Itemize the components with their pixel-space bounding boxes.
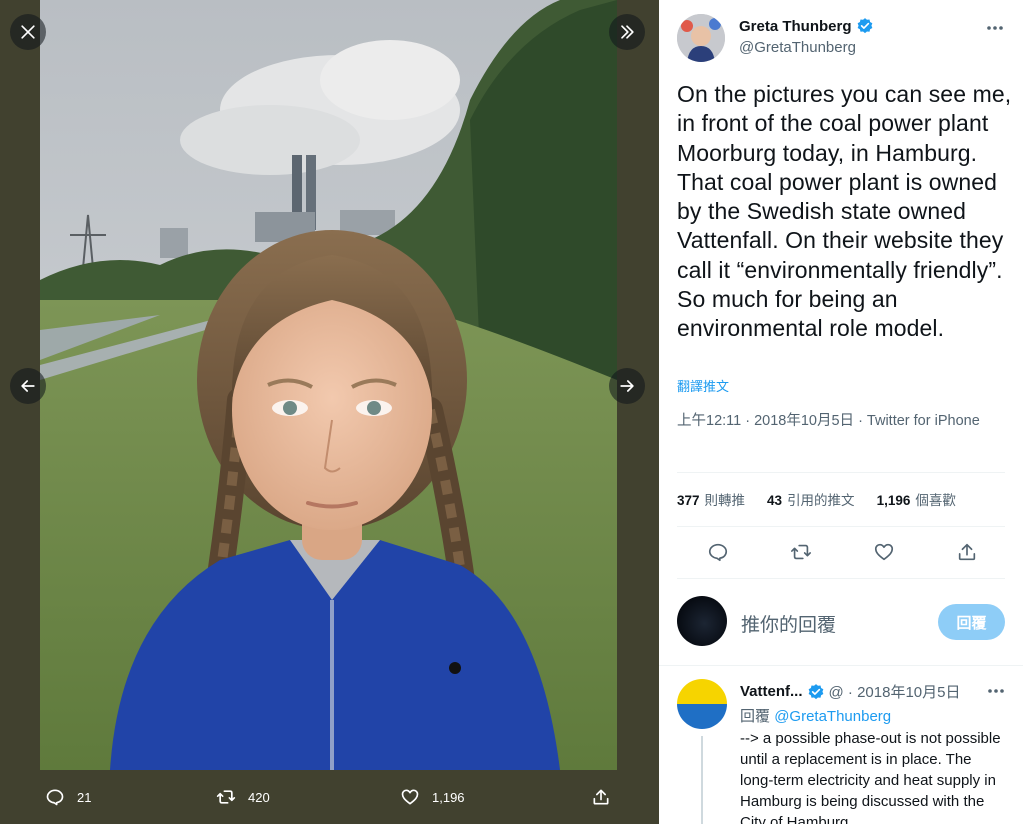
verified-icon xyxy=(808,683,823,699)
verified-icon xyxy=(857,18,872,34)
more-icon xyxy=(987,26,1003,30)
tweet-timestamp[interactable]: 上午12:11 · 2018年10月5日 · Twitter for iPhon… xyxy=(677,411,997,432)
reply-tweet[interactable]: Vattenf... @ · 2018年10月5日 回覆 @GretaThunb… xyxy=(659,665,1023,824)
quotes-stat[interactable]: 43 引用的推文 xyxy=(767,489,855,509)
tweet-detail-panel: Greta Thunberg @GretaThunberg On the pic… xyxy=(659,0,1023,824)
retweets-label: 則轉推 xyxy=(704,493,746,508)
expand-panel-button[interactable] xyxy=(609,14,645,50)
viewer-action-bar: 21 420 1,196 xyxy=(0,770,659,824)
replying-to: 回覆 @GretaThunberg xyxy=(740,705,891,726)
retweet-button[interactable] xyxy=(790,541,812,563)
reply-author-avatar[interactable] xyxy=(677,679,727,729)
tweet-text: On the pictures you can see me, in front… xyxy=(677,81,1012,342)
expand-icon xyxy=(621,25,634,39)
share-icon xyxy=(958,543,976,561)
author-display-name[interactable]: Greta Thunberg xyxy=(739,18,852,35)
author-avatar[interactable] xyxy=(677,14,725,62)
reply-submit-button[interactable]: 回覆 xyxy=(938,604,1005,640)
retweets-stat[interactable]: 377 則轉推 xyxy=(677,489,745,509)
replying-to-label: 回覆 xyxy=(740,708,771,725)
close-button[interactable] xyxy=(10,14,46,50)
reply-icon xyxy=(708,543,728,562)
tweet-more-button[interactable] xyxy=(983,18,1007,38)
divider xyxy=(677,472,1005,473)
quotes-label: 引用的推文 xyxy=(787,493,855,508)
reply-author-name[interactable]: Vattenf... xyxy=(740,683,803,700)
next-image-button[interactable] xyxy=(609,368,645,404)
like-icon xyxy=(401,789,419,805)
likes-stat[interactable]: 1,196 個喜歡 xyxy=(877,489,956,509)
quotes-count: 43 xyxy=(767,493,783,508)
reply-button[interactable] xyxy=(707,541,729,563)
share-icon xyxy=(593,789,609,805)
translate-tweet-link[interactable]: 翻譯推文 xyxy=(677,376,729,395)
divider xyxy=(677,526,1005,527)
likes-label: 個喜歡 xyxy=(915,493,956,508)
close-icon xyxy=(21,25,35,39)
retweet-icon xyxy=(216,790,236,804)
my-avatar[interactable] xyxy=(677,596,727,646)
reply-text: --> a possible phase-out is not possible… xyxy=(740,730,1001,824)
viewer-retweet-button[interactable]: 420 xyxy=(216,770,270,824)
reply-composer: 推你的回覆 回覆 xyxy=(677,592,1005,652)
tweet-photo xyxy=(40,0,617,770)
share-button[interactable] xyxy=(956,541,978,563)
reply-more-button[interactable] xyxy=(987,681,1005,699)
viewer-share-button[interactable] xyxy=(591,770,623,824)
arrow-left-icon xyxy=(21,380,35,392)
like-icon xyxy=(874,543,894,561)
reply-icon xyxy=(46,789,64,806)
replying-to-handle-link[interactable]: @GretaThunberg xyxy=(774,708,891,725)
retweet-icon xyxy=(791,544,811,560)
retweets-count: 377 xyxy=(677,493,700,508)
thread-line xyxy=(701,736,703,824)
author-handle[interactable]: @GretaThunberg xyxy=(739,39,856,56)
viewer-reply-button[interactable]: 21 xyxy=(45,770,91,824)
viewer-retweet-count: 420 xyxy=(248,789,270,805)
tweet-header: Greta Thunberg @GretaThunberg xyxy=(677,14,1007,66)
tweet-action-bar xyxy=(677,532,1005,572)
reply-input[interactable]: 推你的回覆 xyxy=(741,610,836,637)
media-viewer: 21 420 1,196 xyxy=(0,0,659,824)
viewer-like-count: 1,196 xyxy=(432,789,465,805)
like-button[interactable] xyxy=(873,541,895,563)
viewer-reply-count: 21 xyxy=(77,789,92,805)
viewer-like-button[interactable]: 1,196 xyxy=(400,770,465,824)
divider xyxy=(677,578,1005,579)
likes-count: 1,196 xyxy=(876,493,911,508)
reply-handle-date[interactable]: @ · 2018年10月5日 xyxy=(829,681,961,702)
more-icon xyxy=(988,689,1004,693)
previous-image-button[interactable] xyxy=(10,368,46,404)
arrow-right-icon xyxy=(620,380,634,392)
tweet-stats: 377 則轉推 43 引用的推文 1,196 個喜歡 xyxy=(677,479,978,519)
